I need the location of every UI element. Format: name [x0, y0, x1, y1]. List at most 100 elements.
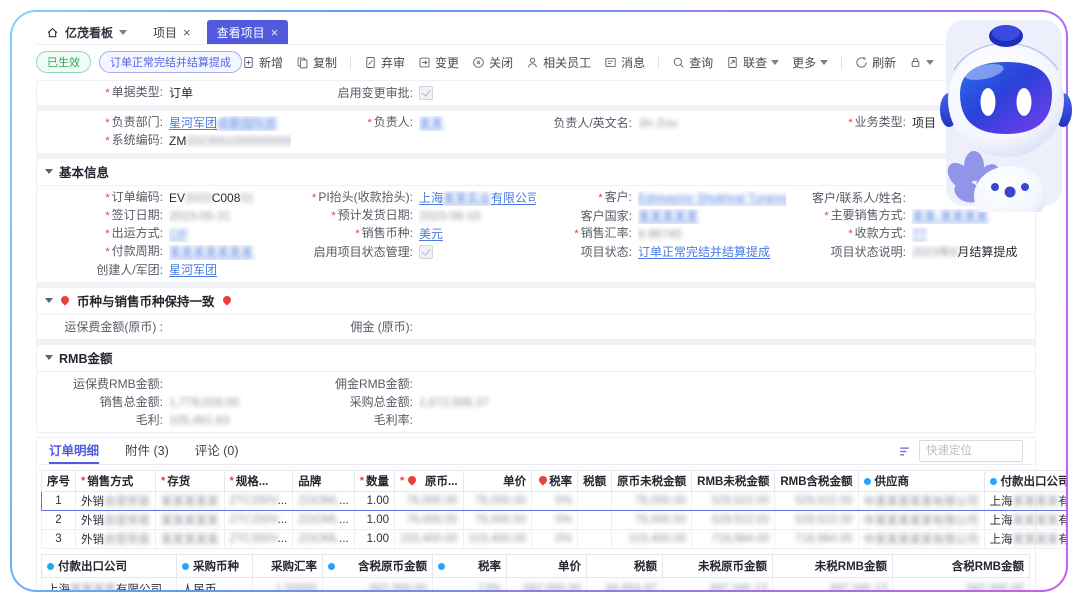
col-header-规格...[interactable]: *规格... [224, 471, 293, 492]
message-icon [604, 56, 617, 69]
value-link[interactable]: 订单正常完结并结算提成 [638, 245, 770, 259]
value-link[interactable]: 有限公司 [491, 191, 536, 205]
field-label-text: 客户国家: [581, 209, 632, 223]
toolbar-新增[interactable]: 新增 [242, 54, 283, 71]
tab-亿茂看板[interactable]: 亿茂看板 [36, 20, 137, 44]
value-text: 529,522.00 [795, 514, 853, 526]
toolbar-复制[interactable]: 复制 [296, 54, 337, 71]
col-header-原币...[interactable]: *原币... [395, 471, 464, 492]
table-row[interactable]: 2外销自营贸易某某某某某ZTC250V...ZOOML...1.0076,000… [42, 511, 1067, 530]
col-header-原币未税金额[interactable]: 原币未税金额 [612, 471, 692, 492]
dot-icon [182, 563, 189, 570]
value-text: 月结算提成 [957, 245, 1017, 259]
field-value: 上海某某实业有限公司 [419, 191, 536, 206]
field-系统编码: *系统编码:ZM2023051000000000 [41, 133, 291, 149]
toolbar-更多[interactable]: 更多 [792, 54, 828, 71]
value-link[interactable]: 成都国际部 [217, 116, 277, 130]
toolbar-消息[interactable]: 消息 [604, 54, 645, 71]
col-header-付款出口公司[interactable]: 付款出口公司 [984, 471, 1066, 492]
toolbar-相关员工[interactable]: 相关员工 [526, 54, 591, 71]
close-icon[interactable]: × [183, 26, 191, 39]
table-row[interactable]: 3外销自营贸易某某某某某ZTC350V...ZOOML...1.00103,40… [42, 530, 1067, 549]
value-text: ZTC250V [230, 495, 278, 507]
field-row: *付款周期:某某某某某某某启用项目状态管理:项目状态:订单正常完结并结算提成项目… [41, 243, 1031, 261]
required-star-icon: * [848, 228, 852, 240]
tab-查看项目[interactable]: 查看项目× [207, 20, 289, 44]
toolbar-弃审[interactable]: 弃审 [364, 54, 405, 71]
field-value: 2023年6月结算提成 [912, 245, 1031, 260]
toolbar: 新增复制弃审变更关闭相关员工消息查询联查更多刷新K [242, 54, 994, 71]
tab-项目[interactable]: 项目× [143, 20, 201, 44]
col-header-销售方式[interactable]: *销售方式 [76, 471, 156, 492]
col-header-序号[interactable]: 序号 [42, 471, 76, 492]
toolbar-变更[interactable]: 变更 [418, 54, 459, 71]
value-link[interactable]: 某某-某某某某 [912, 209, 988, 223]
field-label-text: 主要销售方式: [831, 208, 906, 222]
col-header-label: 原币... [425, 473, 458, 489]
value-link[interactable]: 某某某某某某某 [169, 245, 253, 259]
checkbox[interactable] [419, 86, 433, 100]
value-link[interactable]: TT [912, 227, 927, 241]
value-link[interactable]: CIF [169, 227, 188, 241]
col-header-RMB未税金额[interactable]: RMB未税金额 [692, 471, 775, 492]
col-header-RMB含税金额[interactable]: RMB含税金额 [775, 471, 858, 492]
col-header-未税RMB金额[interactable]: 未税RMB金额 [773, 555, 893, 578]
col-header-采购汇率[interactable]: 采购汇率 [253, 555, 323, 578]
col-header-税率[interactable]: 税率 [433, 555, 507, 578]
close-icon[interactable]: × [271, 26, 279, 39]
change-icon [418, 56, 431, 69]
section-header-basic[interactable]: 基本信息 [37, 159, 1035, 186]
field-empty [536, 319, 786, 335]
toolbar-联查[interactable]: 联查 [726, 54, 779, 71]
col-header-付款出口公司[interactable]: 付款出口公司 [42, 555, 177, 578]
section-header-currency[interactable]: 币种与销售币种保持一致 [37, 288, 1035, 315]
col-header-单价[interactable]: 单价 [463, 471, 532, 492]
value-text: ZM [169, 134, 186, 148]
value-text: Jin Zou [638, 116, 677, 130]
col-header-税额[interactable]: 税额 [578, 471, 612, 492]
col-header-品牌[interactable]: 品牌 [293, 471, 354, 492]
detail-tab-附件 (3)[interactable]: 附件 (3) [125, 438, 169, 464]
col-header-单价[interactable]: 单价 [507, 555, 587, 578]
section-title: 基本信息 [59, 162, 109, 181]
toolbar-查询[interactable]: 查询 [672, 54, 713, 71]
toolbar-刷新[interactable]: 刷新 [855, 54, 896, 71]
col-header-数量[interactable]: *数量 [354, 471, 394, 492]
col-header-含税RMB金额[interactable]: 含税RMB金额 [893, 555, 1030, 578]
section-header-rmb[interactable]: RMB金额 [37, 345, 1035, 372]
value-link[interactable]: 上海 [419, 191, 443, 205]
table-row[interactable]: 1外销自营贸易某某某某某ZTC250V...ZOOML...1.0076,000… [42, 492, 1067, 511]
table-row[interactable]: 上海某某某某有限公司人民币1.00000562,000.0013%562,000… [42, 578, 1030, 591]
checkbox[interactable] [419, 245, 433, 259]
col-header-存货[interactable]: *存货 [156, 471, 225, 492]
value-link[interactable]: Edniyazov Shukhrat Turanvich [638, 191, 786, 205]
field-label-text: 签订日期: [112, 208, 163, 222]
home-icon [46, 26, 59, 39]
col-header-税率[interactable]: 税率 [532, 471, 578, 492]
col-header-label: 原币未税金额 [617, 473, 686, 489]
quick-locate-input[interactable] [919, 440, 1023, 462]
value-link[interactable]: 某某某某某 [638, 209, 698, 223]
value-link[interactable]: 某某实业 [443, 191, 491, 205]
cell-品牌: ZOOML... [293, 492, 354, 511]
cell-采购币种: 人民币 [177, 578, 253, 591]
col-header-税额[interactable]: 税额 [587, 555, 663, 578]
col-header-未税原币金额[interactable]: 未税原币金额 [663, 555, 773, 578]
value-link[interactable]: 星河军团 [169, 116, 217, 130]
cell-原币未税金额: 76,000.00 [612, 511, 692, 530]
detail-tab-订单明细[interactable]: 订单明细 [49, 438, 99, 464]
cell-原币...: 103,400.00 [395, 530, 464, 549]
value-link[interactable]: 某某 [419, 116, 443, 130]
col-header-采购币种[interactable]: 采购币种 [177, 555, 253, 578]
value-text: 562,000.00 [966, 583, 1024, 591]
cell-品牌: ZOOML... [293, 511, 354, 530]
toolbar-关闭[interactable]: 关闭 [472, 54, 513, 71]
cell-单价: 76,000.00 [463, 511, 532, 530]
detail-tab-评论 (0)[interactable]: 评论 (0) [195, 438, 239, 464]
value-link[interactable]: 星河军团 [169, 263, 217, 277]
field-销售总金额: 销售总金额:1,778,028.00 [41, 394, 291, 410]
toolbar-lock-button[interactable] [909, 56, 934, 69]
col-header-含税原币金额[interactable]: 含税原币金额 [323, 555, 433, 578]
col-header-供应商[interactable]: 供应商 [858, 471, 984, 492]
value-link[interactable]: 美元 [419, 227, 443, 241]
